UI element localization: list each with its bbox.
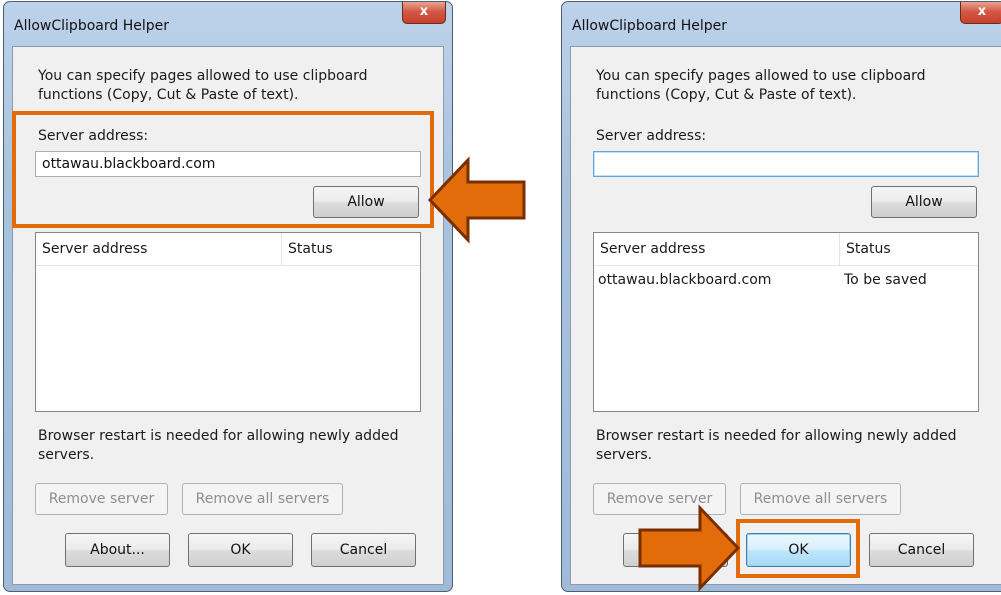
server-list[interactable]: Server address Status xyxy=(35,232,421,412)
column-header-server[interactable]: Server address xyxy=(36,233,282,265)
remove-server-button[interactable]: Remove server xyxy=(35,483,168,515)
row-status: To be saved xyxy=(844,272,927,288)
remove-all-servers-button[interactable]: Remove all servers xyxy=(740,483,901,515)
description-text: You can specify pages allowed to use cli… xyxy=(38,68,368,103)
remove-all-servers-button[interactable]: Remove all servers xyxy=(182,483,343,515)
list-header: Server address Status xyxy=(594,233,978,266)
restart-note: Browser restart is needed for allowing n… xyxy=(38,428,399,463)
row-server: ottawau.blackboard.com xyxy=(598,272,772,288)
right-arrow-icon xyxy=(638,504,741,592)
description-text: You can specify pages allowed to use cli… xyxy=(596,68,926,103)
cancel-button[interactable]: Cancel xyxy=(869,533,974,567)
restart-note: Browser restart is needed for allowing n… xyxy=(596,428,957,463)
column-header-status[interactable]: Status xyxy=(282,233,420,265)
column-header-server[interactable]: Server address xyxy=(594,233,840,265)
dialog-window-before: AllowClipboard Helper x You can specify … xyxy=(3,1,453,592)
window-title: AllowClipboard Helper xyxy=(572,18,727,34)
close-icon[interactable]: x xyxy=(402,2,446,24)
left-arrow-shape xyxy=(427,156,526,244)
list-header: Server address Status xyxy=(36,233,420,266)
dialog-client-area: You can specify pages allowed to use cli… xyxy=(570,46,1001,585)
server-list[interactable]: Server address Status ottawau.blackboard… xyxy=(593,232,979,412)
dialog-window-after: AllowClipboard Helper x You can specify … xyxy=(561,1,1001,592)
about-button[interactable]: About... xyxy=(65,533,170,567)
allow-button[interactable]: Allow xyxy=(871,186,977,218)
table-row[interactable]: ottawau.blackboard.com To be saved xyxy=(594,269,978,291)
left-arrow-icon xyxy=(427,156,526,244)
ok-button[interactable]: OK xyxy=(188,533,293,567)
server-address-input[interactable] xyxy=(593,151,979,177)
cancel-button[interactable]: Cancel xyxy=(311,533,416,567)
column-header-status[interactable]: Status xyxy=(840,233,978,265)
right-arrow-shape xyxy=(638,504,741,592)
highlight-box-ok xyxy=(736,519,860,578)
close-icon[interactable]: x xyxy=(960,2,1001,24)
window-title: AllowClipboard Helper xyxy=(14,18,169,34)
server-address-label: Server address: xyxy=(596,128,707,144)
highlight-box-server-address xyxy=(12,111,434,228)
